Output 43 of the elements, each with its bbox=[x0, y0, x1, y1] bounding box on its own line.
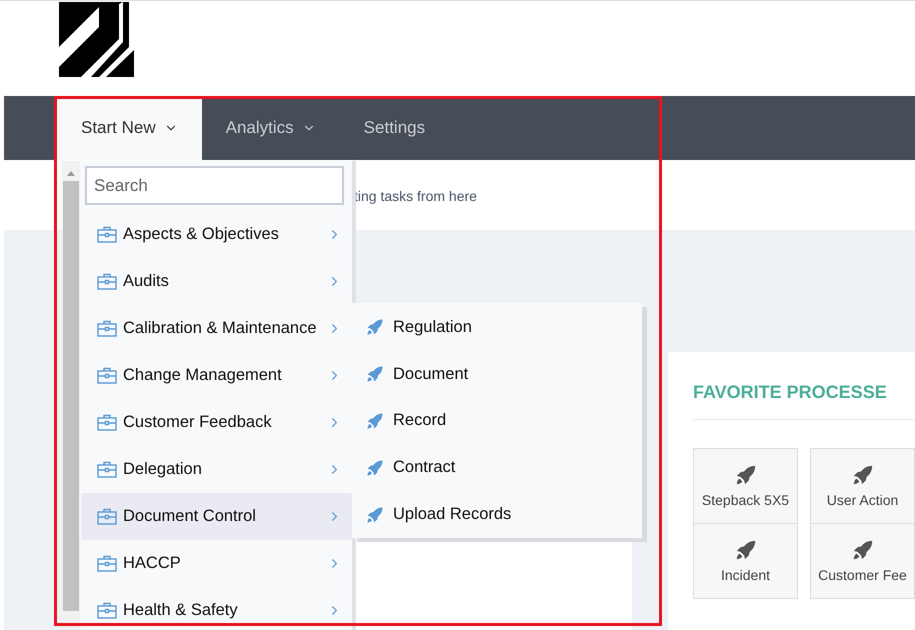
menu-item[interactable]: Health & Safety bbox=[81, 587, 352, 630]
card-title: FAVORITE PROCESSE bbox=[693, 382, 915, 420]
menu-item[interactable]: Delegation bbox=[81, 446, 352, 493]
briefcase-icon bbox=[97, 320, 117, 337]
submenu-item[interactable]: Regulation bbox=[352, 304, 642, 351]
briefcase-icon bbox=[97, 555, 117, 572]
briefcase-icon bbox=[97, 414, 117, 431]
search-field[interactable]: Search bbox=[85, 166, 344, 205]
rocket-icon bbox=[852, 464, 874, 486]
rocket-icon bbox=[366, 458, 384, 477]
scroll-up-icon[interactable] bbox=[66, 169, 76, 177]
scrollbar[interactable] bbox=[62, 161, 80, 630]
menu-item[interactable]: Calibration & Maintenance bbox=[81, 305, 352, 352]
process-tile[interactable]: User Action bbox=[810, 448, 915, 524]
menu-item[interactable]: Aspects & Objectives bbox=[81, 211, 352, 258]
nav-tab[interactable]: Analytics bbox=[202, 96, 340, 160]
briefcase-icon bbox=[97, 602, 117, 619]
process-tile[interactable]: Incident bbox=[693, 523, 798, 599]
nav-tab[interactable]: Start New bbox=[57, 96, 202, 160]
submenu-item[interactable]: Document bbox=[352, 350, 642, 398]
menu-item[interactable]: Document Control bbox=[81, 493, 352, 540]
rocket-icon bbox=[366, 412, 384, 430]
rocket-icon bbox=[734, 539, 756, 561]
process-tile[interactable]: Customer Fee bbox=[810, 523, 915, 599]
briefcase-icon bbox=[97, 367, 117, 384]
rocket-icon bbox=[852, 539, 874, 561]
menu-item[interactable]: Customer Feedback bbox=[81, 399, 352, 446]
briefcase-icon bbox=[97, 226, 117, 243]
submenu-item[interactable]: Upload Records bbox=[352, 491, 642, 538]
menu-item[interactable]: HACCP bbox=[81, 540, 352, 587]
submenu-item[interactable]: Contract bbox=[352, 444, 642, 492]
briefcase-icon bbox=[97, 273, 117, 290]
process-tile[interactable]: Stepback 5X5 bbox=[693, 448, 798, 524]
briefcase-icon bbox=[97, 508, 117, 525]
nav-tab[interactable]: Settings bbox=[340, 96, 450, 160]
menu-item[interactable]: Change Management bbox=[81, 352, 352, 399]
rocket-icon bbox=[734, 464, 756, 486]
submenu-item[interactable]: Record bbox=[352, 398, 642, 444]
rocket-icon bbox=[366, 365, 384, 384]
rocket-icon bbox=[366, 318, 384, 336]
briefcase-icon bbox=[97, 461, 117, 478]
rocket-icon bbox=[366, 506, 384, 524]
menu-item[interactable]: Audits bbox=[81, 258, 352, 305]
